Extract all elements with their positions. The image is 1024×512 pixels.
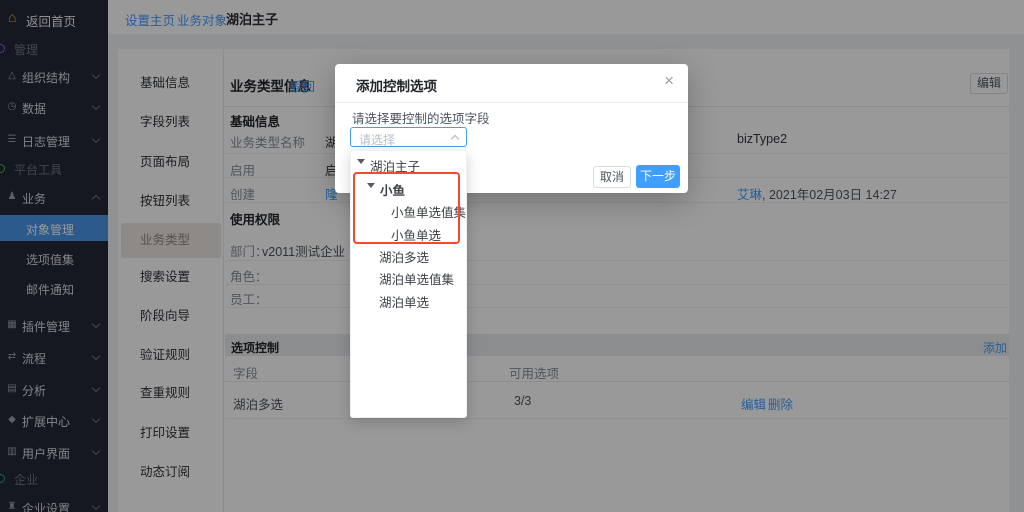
cancel-button[interactable]: 取消 (593, 166, 631, 188)
chevron-up-icon (451, 135, 459, 143)
next-step-button[interactable]: 下一步 (636, 165, 680, 188)
field-select[interactable]: 请选择 (350, 127, 467, 147)
app-root: ⌂ 返回首页 管理 △ 组织结构 ◷ 数据 ☰ 日志管理 平台工具 ♟ 业务 (0, 0, 1024, 512)
modal-header-divider (335, 102, 688, 103)
modal-title: 添加控制选项 (356, 75, 437, 95)
select-field-label: 请选择要控制的选项字段 (352, 108, 490, 127)
close-icon[interactable]: × (664, 72, 674, 89)
red-highlight-box (353, 172, 460, 244)
select-placeholder: 请选择 (359, 131, 395, 148)
caret-down-icon (357, 159, 365, 164)
